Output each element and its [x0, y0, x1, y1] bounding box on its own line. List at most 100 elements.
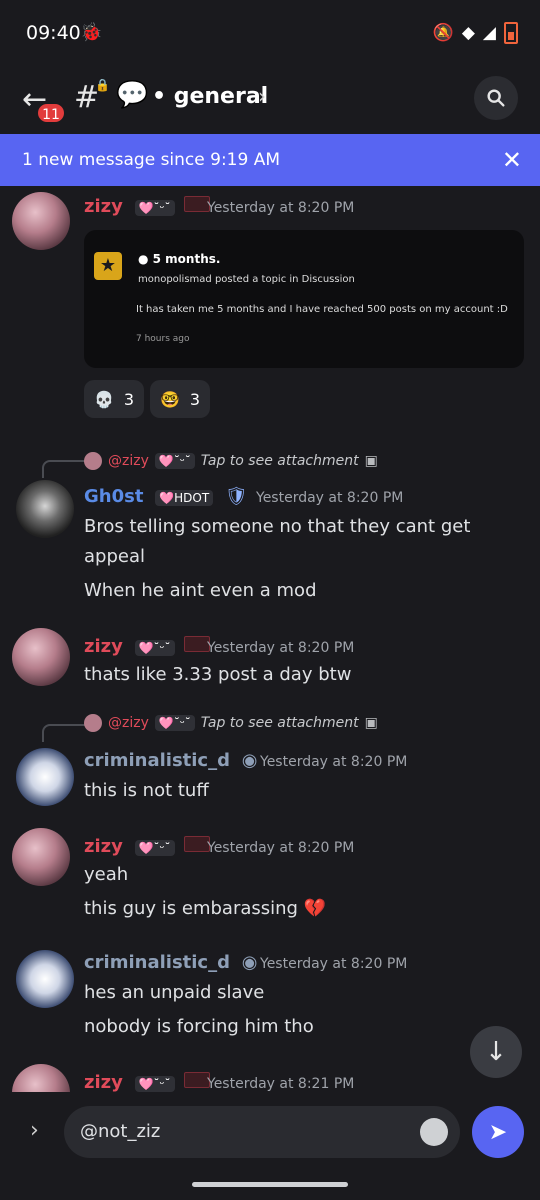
message-text: nobody is forcing him tho: [84, 1016, 314, 1037]
status-icons: 🔕 ◆ ◢: [433, 22, 518, 44]
message-criminalistic-2: criminalistic_d ◉ Yesterday at 8:20 PM h…: [0, 946, 540, 1056]
username[interactable]: zizy: [84, 1072, 123, 1092]
send-icon: ➤: [488, 1119, 508, 1145]
message-gh0st: @zizy 🩷˘ᵕ˘ Tap to see attachment ▣ Gh0st…: [0, 446, 540, 606]
username[interactable]: zizy: [84, 636, 123, 657]
reaction-count: 3: [123, 389, 135, 409]
message-text: thats like 3.33 post a day btw: [84, 664, 352, 685]
reply-connector: [42, 724, 88, 742]
message-criminalistic-1: @zizy 🩷˘ᵕ˘ Tap to see attachment ▣ crimi…: [0, 706, 540, 806]
channel-name[interactable]: • general: [152, 84, 268, 109]
gesture-bar: [192, 1182, 348, 1187]
chat-bubble-icon: 💬: [116, 80, 149, 110]
reply-avatar: [84, 452, 102, 470]
message-text: yeah: [84, 864, 129, 885]
user-tag: 🩷˘ᵕ˘: [134, 840, 175, 856]
message-zizy-2: zizy 🩷˘ᵕ˘ Yesterday at 8:20 PM thats lik…: [0, 624, 540, 704]
embed-title: ● 5 months.: [138, 252, 221, 266]
message-text: hes an unpaid slave: [84, 982, 265, 1003]
reply-connector: [42, 460, 88, 478]
user-icon: ◉: [241, 750, 258, 771]
role-tag: 🩷HDOT: [155, 490, 214, 506]
bug-icon: 🐞: [80, 22, 103, 43]
message-text: Bros telling someone no that they cant g…: [84, 516, 471, 537]
link-embed[interactable]: ★ ● 5 months. monopolismad posted a topi…: [84, 230, 524, 368]
message-text: appeal: [84, 546, 145, 567]
avatar[interactable]: [12, 1064, 70, 1092]
username[interactable]: criminalistic_d: [84, 952, 230, 973]
mute-icon: 🔕: [432, 23, 454, 43]
reply-username: @zizy: [108, 715, 149, 731]
send-button[interactable]: ➤: [472, 1106, 524, 1158]
search-icon: [487, 89, 505, 107]
avatar[interactable]: [12, 628, 70, 686]
message-zizy-1: zizy 🩷˘ᵕ˘ Yesterday at 8:20 PM ★ ● 5 mon…: [0, 186, 540, 436]
username[interactable]: Gh0st: [84, 486, 143, 507]
reply-preview[interactable]: @zizy 🩷˘ᵕ˘ Tap to see attachment ▣: [84, 452, 378, 470]
status-time: 09:40: [26, 22, 81, 44]
message-header: zizy 🩷˘ᵕ˘: [84, 836, 211, 857]
message-list[interactable]: zizy 🩷˘ᵕ˘ Yesterday at 8:20 PM ★ ● 5 mon…: [0, 186, 540, 1092]
close-icon[interactable]: ✕: [502, 146, 522, 174]
channel-header: ← 11 # 🔒 💬 • general ›: [0, 66, 540, 134]
image-icon: ▣: [364, 715, 378, 731]
message-input[interactable]: @not_ziz: [64, 1106, 460, 1158]
avatar[interactable]: [16, 480, 74, 538]
message-zizy-3: zizy 🩷˘ᵕ˘ Yesterday at 8:20 PM yeah this…: [0, 826, 540, 946]
message-header: zizy 🩷˘ᵕ˘: [84, 636, 211, 657]
timestamp: Yesterday at 8:20 PM: [207, 640, 355, 656]
reaction-skull[interactable]: 💀 3: [84, 380, 144, 418]
username[interactable]: criminalistic_d: [84, 750, 230, 771]
chevron-right-icon[interactable]: ›: [258, 84, 266, 108]
message-zizy-4: zizy 🩷˘ᵕ˘ Yesterday at 8:21 PM: [0, 1062, 540, 1092]
nerd-face-icon: 🤓: [160, 389, 180, 409]
emoji-icon[interactable]: [420, 1118, 448, 1146]
username[interactable]: zizy: [84, 836, 123, 857]
battery-icon: [504, 22, 518, 44]
expand-actions-button[interactable]: ›: [30, 1118, 39, 1143]
avatar[interactable]: [12, 828, 70, 886]
timestamp: Yesterday at 8:20 PM: [260, 956, 408, 972]
search-button[interactable]: [474, 76, 518, 120]
message-text: When he aint even a mod: [84, 580, 317, 601]
message-header: zizy 🩷˘ᵕ˘: [84, 196, 211, 217]
status-bar: 09:40 🐞 🔕 ◆ ◢: [0, 0, 540, 66]
timestamp: Yesterday at 8:20 PM: [256, 490, 404, 506]
new-message-banner[interactable]: 1 new message since 9:19 AM ✕: [0, 134, 540, 186]
message-header: zizy 🩷˘ᵕ˘: [84, 1072, 211, 1092]
message-header: Gh0st 🩷HDOT 🛡: [84, 486, 248, 507]
banner-text: 1 new message since 9:19 AM: [22, 150, 281, 170]
reply-text: Tap to see attachment: [200, 453, 359, 469]
unread-badge: 11: [36, 102, 66, 124]
embed-time: 7 hours ago: [136, 334, 190, 344]
reply-text: Tap to see attachment: [200, 715, 359, 731]
timestamp: Yesterday at 8:21 PM: [207, 1076, 355, 1092]
message-text: this guy is embarassing 💔: [84, 898, 327, 919]
user-icon: ◉: [241, 952, 258, 973]
arrow-down-icon: ↓: [485, 1037, 507, 1067]
message-header: criminalistic_d ◉: [84, 952, 257, 973]
timestamp: Yesterday at 8:20 PM: [207, 200, 355, 216]
reply-preview[interactable]: @zizy 🩷˘ᵕ˘ Tap to see attachment ▣: [84, 714, 378, 732]
reaction-count: 3: [189, 389, 201, 409]
timestamp: Yesterday at 8:20 PM: [260, 754, 408, 770]
shield-icon: 🛡: [224, 486, 248, 507]
username[interactable]: zizy: [84, 196, 123, 217]
image-icon: ▣: [364, 453, 378, 469]
user-tag: 🩷˘ᵕ˘: [154, 453, 195, 469]
message-input-value[interactable]: @not_ziz: [80, 1121, 160, 1142]
reply-username: @zizy: [108, 453, 149, 469]
message-header: criminalistic_d ◉: [84, 750, 257, 771]
signal-icon: ◢: [482, 23, 496, 43]
message-text: this is not tuff: [84, 780, 209, 801]
reply-avatar: [84, 714, 102, 732]
avatar[interactable]: [12, 192, 70, 250]
reaction-nerd[interactable]: 🤓 3: [150, 380, 210, 418]
avatar[interactable]: [16, 748, 74, 806]
lock-icon: 🔒: [95, 78, 110, 92]
wifi-icon: ◆: [461, 23, 475, 43]
scroll-to-bottom-button[interactable]: ↓: [470, 1026, 522, 1078]
embed-body: It has taken me 5 months and I have reac…: [136, 304, 508, 315]
user-tag: 🩷˘ᵕ˘: [134, 640, 175, 656]
avatar[interactable]: [16, 950, 74, 1008]
